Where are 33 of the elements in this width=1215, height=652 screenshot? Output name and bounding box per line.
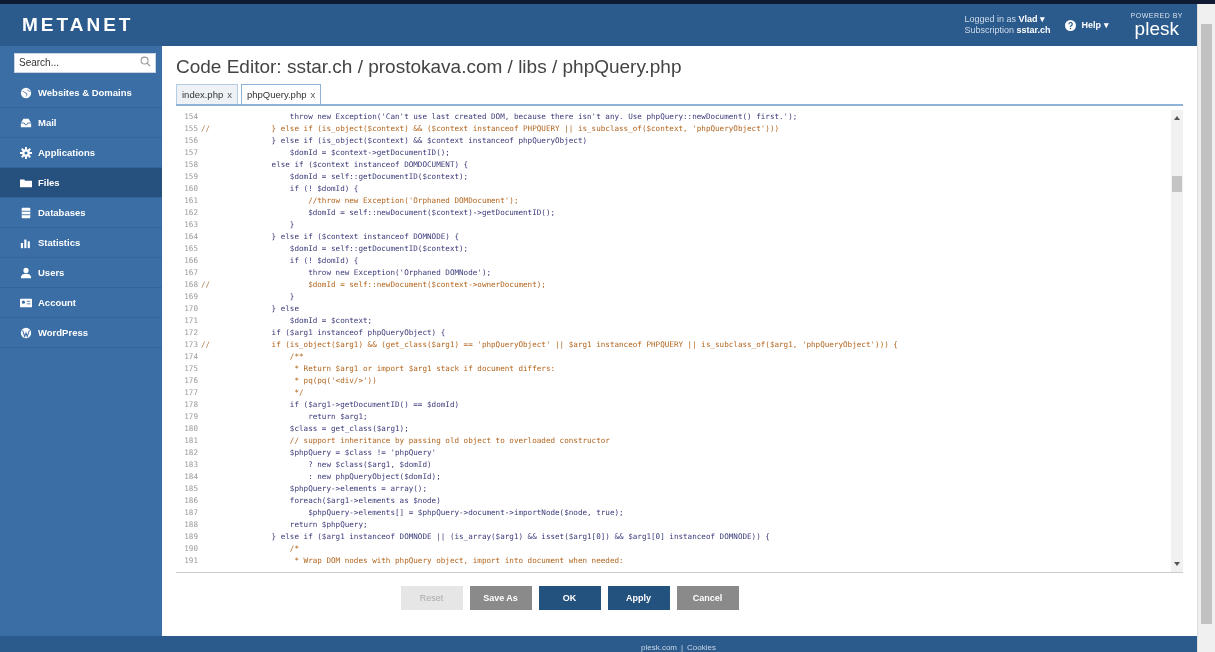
action-button[interactable]: Apply <box>607 586 670 610</box>
file-tab[interactable]: index.php x <box>176 84 238 104</box>
globe-icon <box>20 86 32 99</box>
footer-separator: | <box>681 643 684 652</box>
id-card-icon <box>20 296 32 309</box>
mail-icon <box>20 116 32 129</box>
gear-icon <box>20 146 32 159</box>
scrollbar[interactable] <box>1171 110 1183 572</box>
search-field[interactable]: Search... <box>14 52 156 73</box>
file-tab[interactable]: phpQuery.php x <box>240 84 322 104</box>
user-menu[interactable]: Vlad ▾ <box>1018 14 1046 24</box>
code-editor[interactable] <box>176 110 1183 573</box>
footer-link[interactable]: Cookies <box>687 643 716 652</box>
action-button[interactable]: Save As <box>469 586 532 610</box>
plesk-logo: plesk <box>1134 19 1179 38</box>
sidebar-item[interactable]: Files <box>0 168 162 198</box>
close-tab-icon[interactable]: x <box>310 89 316 100</box>
wordpress-icon <box>20 326 32 339</box>
help-menu[interactable]: Help ▾ <box>1081 20 1109 30</box>
page-scrollbar[interactable] <box>1197 4 1215 652</box>
user-icon <box>20 266 32 279</box>
subscription-label: Subscription <box>964 25 1014 35</box>
close-tab-icon[interactable]: x <box>227 89 232 100</box>
search-icon <box>140 56 151 67</box>
page-title: Code Editor: sstar.ch / prostokava.com / libs / phpQuery.php <box>176 56 683 78</box>
logged-in-label: Logged in as <box>964 14 1016 24</box>
help-icon <box>1064 19 1076 31</box>
footer-link[interactable]: plesk.com <box>641 643 677 652</box>
logo: METANET <box>22 14 134 36</box>
subscription-link[interactable]: sstar.ch <box>1016 25 1051 35</box>
action-button[interactable]: OK <box>538 586 601 610</box>
action-button[interactable]: Cancel <box>676 586 739 610</box>
database-icon <box>20 206 32 219</box>
